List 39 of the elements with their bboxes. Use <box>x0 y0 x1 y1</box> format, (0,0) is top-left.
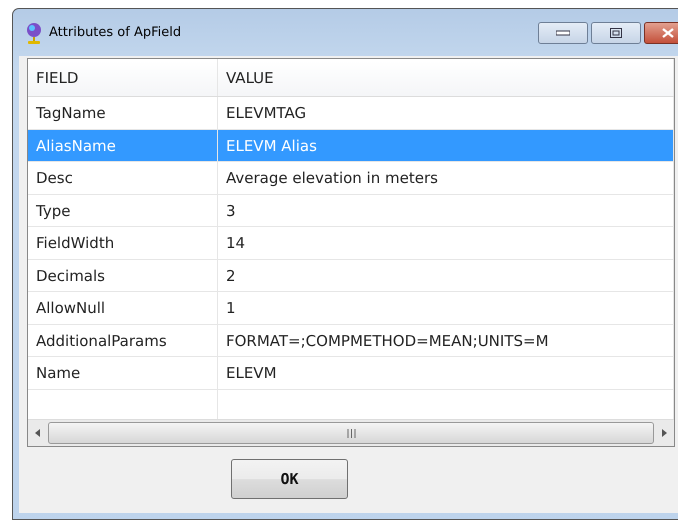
table-row[interactable]: Type 3 <box>28 194 674 228</box>
table-row[interactable]: Desc Average elevation in meters <box>28 162 674 195</box>
table-cell: ELEVM <box>218 357 674 389</box>
table-cell: Decimals <box>28 260 218 292</box>
table-cell: AdditionalParams <box>28 324 218 356</box>
close-button[interactable] <box>644 22 678 44</box>
table-cell: FieldWidth <box>28 227 218 259</box>
maximize-button[interactable] <box>591 22 641 44</box>
minimize-button[interactable] <box>538 22 588 44</box>
table-row[interactable]: AllowNull 1 <box>28 292 674 325</box>
table-cell: 3 <box>218 194 674 226</box>
column-header[interactable]: VALUE <box>218 59 674 96</box>
minimize-icon <box>556 30 570 36</box>
table-cell: Name <box>28 357 218 389</box>
window-title: Attributes of ApField <box>49 25 182 40</box>
close-icon <box>662 28 674 38</box>
horizontal-scrollbar[interactable] <box>28 419 674 446</box>
table-cell: Average elevation in meters <box>218 162 674 194</box>
table-cell: AliasName <box>28 130 218 162</box>
table-cell: TagName <box>28 97 218 129</box>
globe-icon <box>25 22 43 44</box>
table-cell: Desc <box>28 162 218 194</box>
grip-icon <box>346 428 356 438</box>
ok-button[interactable]: OK <box>231 459 348 499</box>
table-cell: 2 <box>218 260 674 292</box>
table-cell: ELEVMTAG <box>218 97 674 129</box>
table-row[interactable]: Name ELEVM <box>28 357 674 390</box>
table-row[interactable]: Decimals 2 <box>28 260 674 292</box>
column-header[interactable]: FIELD <box>28 59 218 96</box>
maximize-icon <box>610 28 622 38</box>
table-cell: ELEVM Alias <box>218 130 674 162</box>
table-row[interactable]: FieldWidth 14 <box>28 227 674 260</box>
table-cell: AllowNull <box>28 292 218 324</box>
scroll-thumb[interactable] <box>48 422 654 444</box>
table-cell: 1 <box>218 292 674 324</box>
table-row[interactable]: AdditionalParams FORMAT=;COMPMETHOD=MEAN;UNITS=M <box>28 324 674 358</box>
table-cell: 14 <box>218 227 674 259</box>
table-cell: Type <box>28 194 218 226</box>
table-cell: FORMAT=;COMPMETHOD=MEAN;UNITS=M <box>218 324 674 356</box>
